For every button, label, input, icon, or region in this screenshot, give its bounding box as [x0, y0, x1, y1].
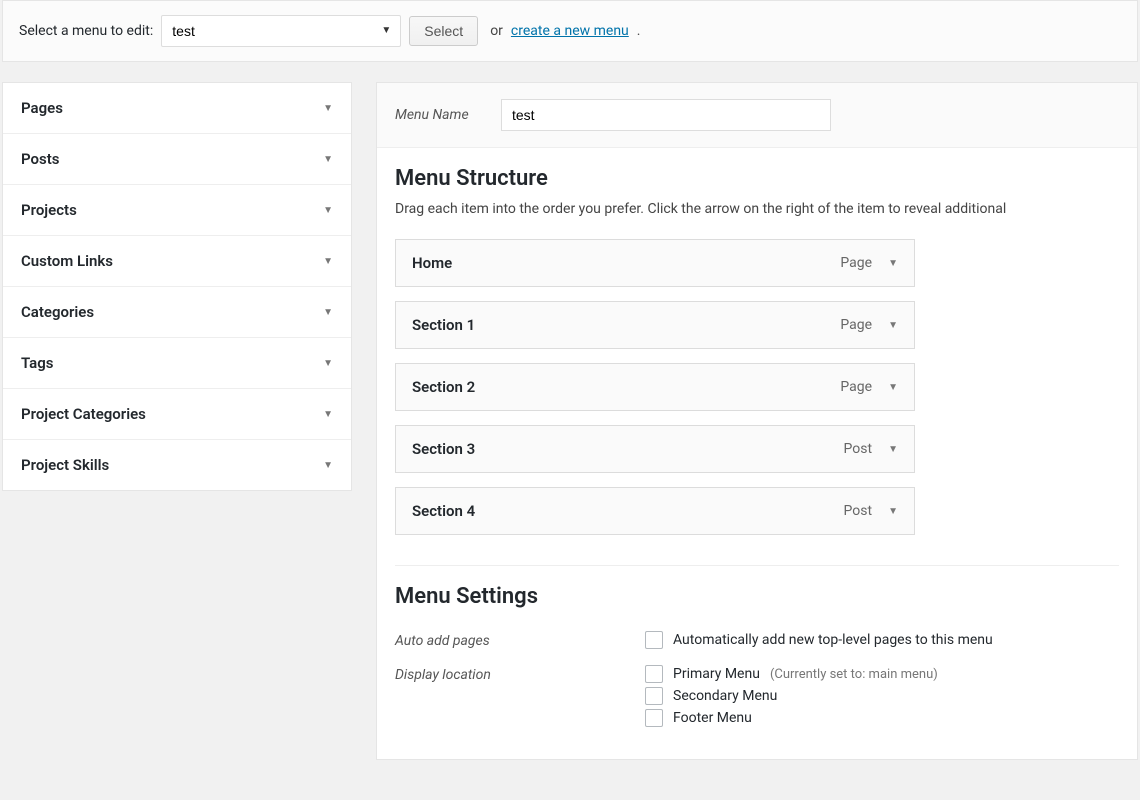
- chevron-down-icon: ▼: [323, 307, 333, 318]
- menu-item-type: Post: [844, 441, 873, 457]
- chevron-down-icon: ▼: [323, 205, 333, 216]
- display-location-option-text: Secondary Menu: [673, 688, 777, 704]
- display-location-footer[interactable]: Footer Menu: [645, 707, 1119, 729]
- display-location-option-note: (Currently set to: main menu): [770, 667, 938, 682]
- chevron-down-icon[interactable]: ▼: [888, 320, 898, 331]
- chevron-down-icon[interactable]: ▼: [888, 258, 898, 269]
- sidebar-item-label: Project Categories: [21, 405, 146, 423]
- menu-item-label: Section 1: [412, 316, 475, 334]
- checkbox-icon[interactable]: [645, 665, 663, 683]
- checkbox-icon[interactable]: [645, 687, 663, 705]
- display-location-primary[interactable]: Primary Menu (Currently set to: main men…: [645, 663, 1119, 685]
- menu-item-label: Section 4: [412, 502, 475, 520]
- menu-select-bar: Select a menu to edit: test ▼ Select or …: [2, 0, 1138, 62]
- menu-item[interactable]: Section 1 Page ▼: [395, 301, 915, 349]
- chevron-down-icon[interactable]: ▼: [888, 506, 898, 517]
- menu-item[interactable]: Section 3 Post ▼: [395, 425, 915, 473]
- create-new-menu-link[interactable]: create a new menu: [511, 23, 629, 39]
- chevron-down-icon: ▼: [323, 154, 333, 165]
- menu-structure-description: Drag each item into the order you prefer…: [395, 201, 1119, 217]
- select-button[interactable]: Select: [409, 16, 478, 46]
- menu-settings-section: Menu Settings Auto add pages Automatical…: [395, 584, 1119, 735]
- menu-select[interactable]: test: [161, 15, 401, 47]
- chevron-down-icon: ▼: [323, 358, 333, 369]
- display-location-label: Display location: [395, 663, 645, 683]
- divider: [395, 565, 1119, 566]
- display-location-secondary[interactable]: Secondary Menu: [645, 685, 1119, 707]
- sidebar-item-project-categories[interactable]: Project Categories ▼: [3, 388, 351, 439]
- chevron-down-icon: ▼: [323, 256, 333, 267]
- sidebar-item-label: Projects: [21, 201, 77, 219]
- sidebar-item-label: Posts: [21, 150, 59, 168]
- chevron-down-icon: ▼: [323, 103, 333, 114]
- layout: Pages ▼ Posts ▼ Projects ▼ Custom Links: [0, 82, 1140, 760]
- period: .: [637, 23, 641, 39]
- sidebar-item-label: Project Skills: [21, 456, 109, 474]
- sidebar-item-label: Tags: [21, 354, 54, 372]
- menu-select-label: Select a menu to edit:: [19, 23, 153, 39]
- sidebar-item-label: Categories: [21, 303, 94, 321]
- auto-add-pages-label: Auto add pages: [395, 629, 645, 649]
- sidebar-item-posts[interactable]: Posts ▼: [3, 133, 351, 184]
- menu-item-type: Page: [840, 255, 872, 271]
- menu-name-row: Menu Name: [377, 83, 1137, 148]
- menu-name-label: Menu Name: [395, 107, 485, 123]
- sidebar-item-label: Pages: [21, 99, 63, 117]
- menu-structure-section: Menu Structure Drag each item into the o…: [377, 148, 1137, 759]
- menu-item-label: Home: [412, 254, 452, 272]
- menu-name-input[interactable]: [501, 99, 831, 131]
- sidebar-item-pages[interactable]: Pages ▼: [3, 83, 351, 133]
- menu-item-type: Post: [844, 503, 873, 519]
- display-location-option-text: Primary Menu: [673, 666, 760, 682]
- chevron-down-icon[interactable]: ▼: [888, 382, 898, 393]
- sidebar-item-tags[interactable]: Tags ▼: [3, 337, 351, 388]
- chevron-down-icon: ▼: [323, 460, 333, 471]
- auto-add-pages-row: Auto add pages Automatically add new top…: [395, 623, 1119, 657]
- menu-structure-heading: Menu Structure: [395, 166, 1119, 191]
- menu-item-type: Page: [840, 379, 872, 395]
- or-text: or: [490, 23, 503, 39]
- menu-item-type: Page: [840, 317, 872, 333]
- menu-item-label: Section 3: [412, 440, 475, 458]
- menu-item[interactable]: Section 2 Page ▼: [395, 363, 915, 411]
- menu-items-list: Home Page ▼ Section 1 Page ▼ Section 2: [395, 239, 915, 535]
- menu-item[interactable]: Section 4 Post ▼: [395, 487, 915, 535]
- sidebar-item-projects[interactable]: Projects ▼: [3, 184, 351, 235]
- auto-add-pages-option[interactable]: Automatically add new top-level pages to…: [645, 629, 1119, 651]
- menu-item-label: Section 2: [412, 378, 475, 396]
- sidebar-item-project-skills[interactable]: Project Skills ▼: [3, 439, 351, 490]
- sidebar: Pages ▼ Posts ▼ Projects ▼ Custom Links: [2, 82, 352, 760]
- display-location-option-text: Footer Menu: [673, 710, 752, 726]
- accordion: Pages ▼ Posts ▼ Projects ▼ Custom Links: [2, 82, 352, 491]
- sidebar-item-label: Custom Links: [21, 252, 113, 270]
- auto-add-pages-option-text: Automatically add new top-level pages to…: [673, 632, 993, 648]
- sidebar-item-categories[interactable]: Categories ▼: [3, 286, 351, 337]
- checkbox-icon[interactable]: [645, 709, 663, 727]
- menu-settings-heading: Menu Settings: [395, 584, 1119, 609]
- sidebar-item-custom-links[interactable]: Custom Links ▼: [3, 235, 351, 286]
- display-location-row: Display location Primary Menu (Currently…: [395, 657, 1119, 735]
- chevron-down-icon[interactable]: ▼: [888, 444, 898, 455]
- chevron-down-icon: ▼: [323, 409, 333, 420]
- main-panel: Menu Name Menu Structure Drag each item …: [376, 82, 1138, 760]
- checkbox-icon[interactable]: [645, 631, 663, 649]
- menu-item[interactable]: Home Page ▼: [395, 239, 915, 287]
- menu-select-wrap: test ▼: [161, 15, 401, 47]
